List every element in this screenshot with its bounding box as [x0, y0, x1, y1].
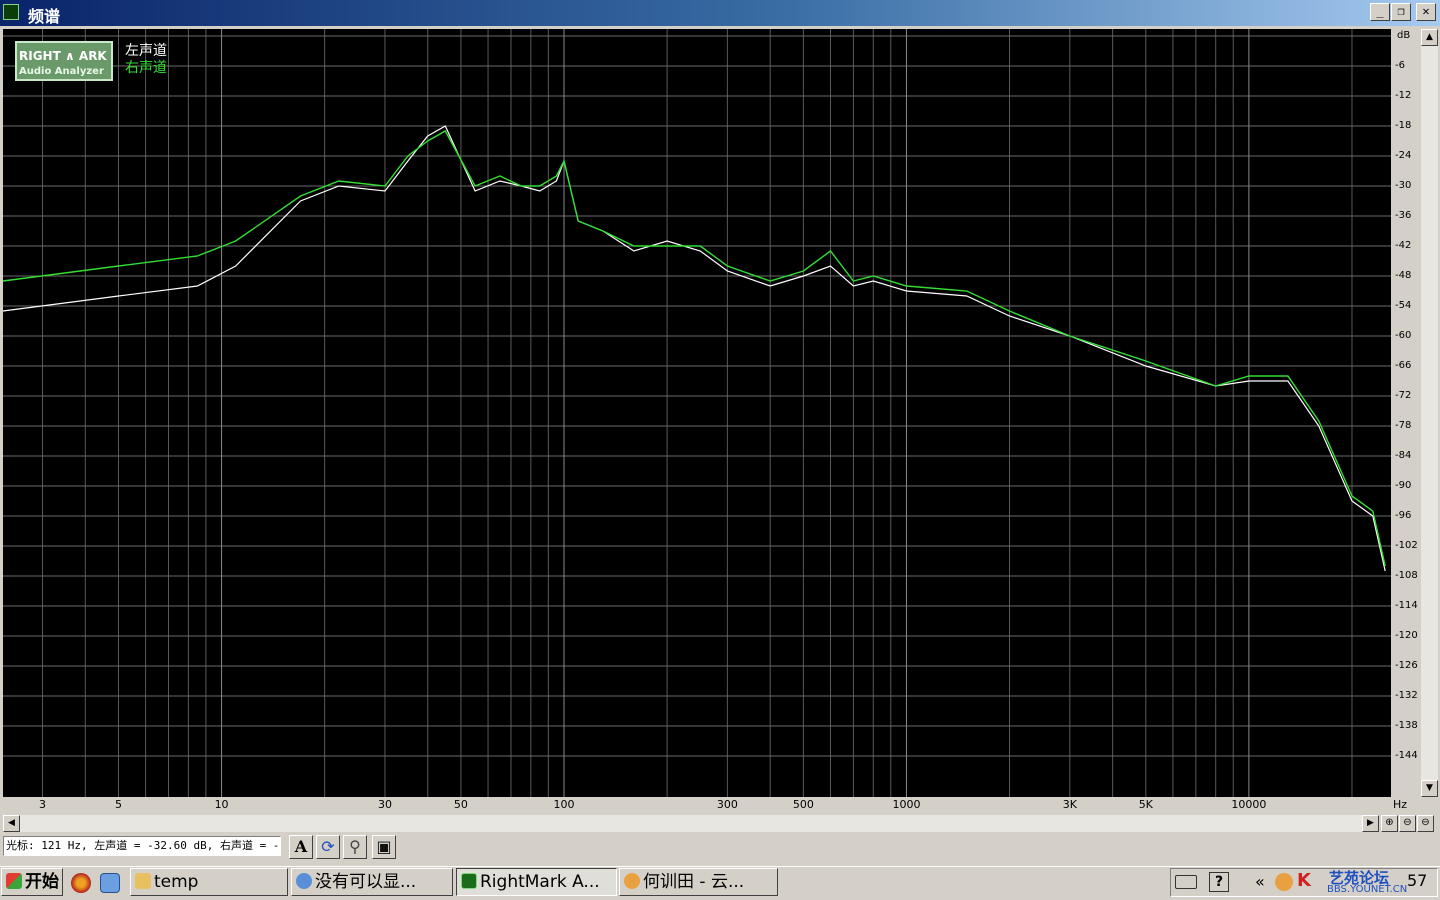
y-tick-label: -114 [1395, 600, 1418, 611]
quicklaunch-media-icon[interactable] [71, 873, 91, 893]
window-title: 频谱 [28, 7, 61, 26]
refresh-icon[interactable]: ⟳ [316, 835, 340, 859]
y-tick-label: -18 [1395, 120, 1412, 131]
y-tick-label: -138 [1395, 720, 1418, 731]
spectrum-chart [2, 29, 1391, 798]
y-tick-label: -24 [1395, 150, 1412, 161]
taskbar-item-browser[interactable]: 没有可以显... [291, 868, 453, 896]
x-tick-label: 3 [39, 798, 46, 811]
x-tick-label: 3K [1062, 798, 1077, 811]
quicklaunch-desktop-icon[interactable] [100, 873, 120, 893]
x-tick-label: 50 [453, 798, 468, 811]
tray-k-icon[interactable]: K [1297, 870, 1311, 891]
x-tick-label: 300 [716, 798, 738, 811]
y-axis-labels: dB -6 -12 -18 -24 -30 -36 -42 -48 -54 -60 -66 -72 -78… [1391, 29, 1421, 798]
zoom-out-icon[interactable]: ⊖ [1399, 815, 1416, 832]
font-tool-button[interactable]: A [289, 835, 313, 859]
vertical-scrollbar[interactable]: ▲ ▼ [1421, 29, 1438, 797]
y-tick-label: -132 [1395, 690, 1418, 701]
folder-icon [135, 873, 151, 889]
y-tick-label: -30 [1395, 180, 1412, 191]
taskbar-item-rightmark[interactable]: RightMark A... [456, 868, 617, 896]
legend-right-channel: 右声道 [125, 60, 167, 76]
y-tick-label: -66 [1395, 360, 1412, 371]
y-tick-label: -102 [1395, 540, 1418, 551]
close-button[interactable]: ✕ [1416, 3, 1436, 21]
y-tick-label: -96 [1395, 510, 1412, 521]
zoom-reset-icon[interactable]: ⊖ [1417, 815, 1434, 832]
y-tick-label: -84 [1395, 450, 1412, 461]
scroll-left-arrow-icon[interactable]: ◀ [3, 815, 20, 832]
x-tick-label: 30 [377, 798, 392, 811]
x-tick-label: 10000 [1231, 798, 1267, 811]
logo-text-analyzer: Audio Analyzer [19, 66, 104, 77]
y-tick-label: -6 [1395, 60, 1405, 71]
globe-icon [296, 873, 312, 889]
save-icon[interactable]: ▣ [372, 835, 396, 859]
y-tick-label: -78 [1395, 420, 1412, 431]
y-tick-label: -108 [1395, 570, 1418, 581]
search-icon[interactable]: ⚲ [343, 835, 367, 859]
x-tick-label: 5K [1138, 798, 1153, 811]
y-tick-label: -120 [1395, 630, 1418, 641]
taskbar-item-label: RightMark A... [480, 872, 600, 892]
x-axis-labels: 3 5 10 30 50 100 300 500 1000 3K 5K 10000 [3, 797, 1391, 815]
taskbar-item-label: 没有可以显... [315, 872, 417, 892]
y-axis-unit: dB [1397, 30, 1411, 41]
windows-logo-icon [6, 873, 22, 889]
y-tick-label: -72 [1395, 390, 1412, 401]
zoom-in-icon[interactable]: ⊕ [1381, 815, 1398, 832]
rightmark-logo: RIGHT ∧ ARK Audio Analyzer [15, 41, 113, 81]
restore-button[interactable]: ❐ [1391, 3, 1411, 21]
y-tick-label: -54 [1395, 300, 1412, 311]
help-icon[interactable]: ? [1209, 872, 1229, 892]
taskbar-item-label: temp [154, 872, 199, 892]
minimize-button[interactable]: _ [1370, 3, 1390, 21]
keyboard-icon[interactable] [1175, 875, 1197, 889]
tray-watermark-url: BBS.YOUNET.CN [1327, 884, 1408, 895]
scroll-up-arrow-icon[interactable]: ▲ [1421, 29, 1438, 46]
y-tick-label: -144 [1395, 750, 1418, 761]
y-tick-label: -90 [1395, 480, 1412, 491]
x-tick-label: 1000 [892, 798, 921, 811]
x-tick-label: 500 [792, 798, 814, 811]
y-tick-label: -12 [1395, 90, 1412, 101]
scroll-down-arrow-icon[interactable]: ▼ [1421, 780, 1438, 797]
tray-app-icon[interactable] [1275, 873, 1293, 891]
logo-text-right: RIGHT [19, 49, 61, 63]
window-titlebar[interactable]: 频谱 _ ❐ ✕ [0, 0, 1440, 26]
y-tick-label: -42 [1395, 240, 1412, 251]
x-tick-label: 100 [553, 798, 575, 811]
player-icon [624, 873, 640, 889]
cursor-readout: 光标: 121 Hz, 左声道 = -32.60 dB, 右声道 = -3 [3, 836, 281, 856]
y-tick-label: -48 [1395, 270, 1412, 281]
y-tick-label: -126 [1395, 660, 1418, 671]
taskbar-item-temp[interactable]: temp [130, 868, 288, 896]
x-axis-unit: Hz [1393, 798, 1408, 811]
taskbar-item-label: 何训田 - 云... [643, 872, 745, 892]
taskbar-item-player[interactable]: 何训田 - 云... [619, 868, 778, 896]
tray-expand-icon[interactable]: « [1255, 872, 1265, 891]
start-label: 开始 [25, 872, 59, 892]
y-tick-label: -36 [1395, 210, 1412, 221]
series-left-channel-line [2, 125, 1386, 572]
spectrum-app-icon [461, 873, 477, 889]
tray-clock[interactable]: 57 [1407, 871, 1427, 890]
spectrum-plot-area[interactable]: RIGHT ∧ ARK Audio Analyzer 左声道 右声道 [2, 29, 1391, 798]
x-tick-label: 5 [114, 798, 122, 811]
y-tick-label: -60 [1395, 330, 1412, 341]
spectrum-app-icon [3, 4, 19, 20]
series-right-channel-line [2, 130, 1386, 567]
horizontal-scrollbar[interactable]: ◀ ▶ [3, 815, 1379, 832]
x-axis-strip: 3 5 10 30 50 100 300 500 1000 3K 5K 10000 Hz [3, 797, 1407, 815]
system-tray: ? « K 艺苑论坛 57 BBS.YOUNET.CN [1170, 868, 1438, 897]
logo-text-ark: ARK [78, 49, 107, 63]
scroll-right-arrow-icon[interactable]: ▶ [1362, 815, 1379, 832]
x-tick-label: 10 [214, 798, 229, 811]
start-button[interactable]: 开始 [1, 868, 63, 896]
